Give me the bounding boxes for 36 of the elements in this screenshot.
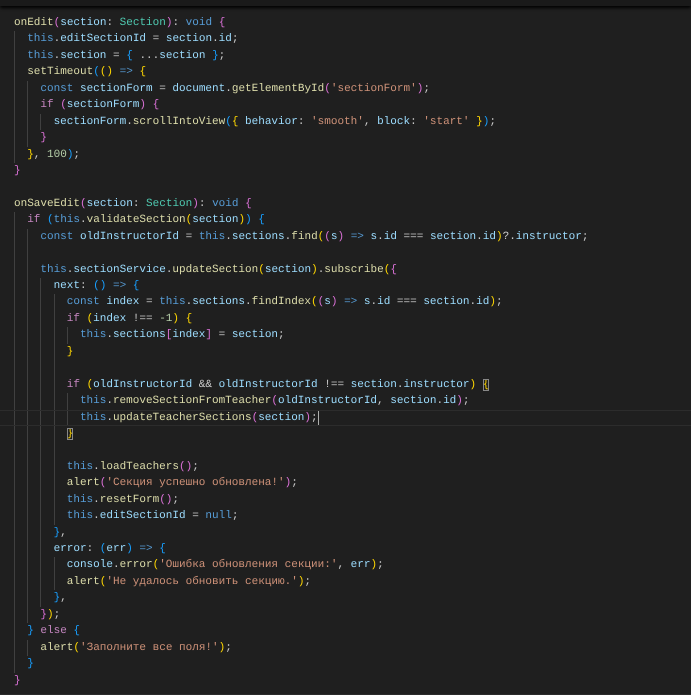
code-line: }, [54, 591, 67, 606]
code-line: this.sections[index] = section; [80, 328, 285, 344]
code-line: onEdit(section: Section): void { [14, 16, 226, 31]
code-line: this.updateTeacherSections(section); [80, 410, 318, 426]
code-line: alert('Заполните все поля!'); [40, 640, 232, 656]
code-line: }, [54, 526, 67, 541]
code-line: this.loadTeachers(); [66, 460, 199, 475]
code-line: alert('Секция успешно обновлена!'); [66, 476, 298, 492]
code-line: next: () => { [54, 279, 140, 294]
code-line: console.error('Ошибка обновления секции:', err); [66, 558, 384, 574]
code-line: this.sectionService.updateSection(section).subscribe({ [40, 262, 397, 278]
code-line: if (index !== -1) { [66, 312, 192, 327]
code-line: alert('Не удалось обновить секцию.'); [66, 574, 312, 590]
code-line: } [66, 344, 74, 360]
code-line: setTimeout(() => { [27, 65, 146, 80]
code-line: this.editSectionId = section.id; [27, 32, 238, 48]
text-cursor [318, 410, 319, 425]
code-line: error: (err) => { [54, 542, 166, 557]
code-line: onSaveEdit(section: Section): void { [14, 196, 252, 212]
code-line: sectionForm.scrollIntoView({ behavior: 'smooth', block: 'start' }); [54, 114, 496, 130]
code-line: } else { [27, 624, 80, 640]
code-line: } [40, 131, 47, 146]
code-line: const index = this.sections.findIndex((s) => s.id === section.id); [66, 295, 503, 310]
code-line: this.section = { ...section }; [27, 48, 226, 64]
code-line: }); [40, 608, 60, 623]
code-line: } [14, 164, 21, 179]
code-line: }, 100); [27, 148, 80, 162]
code-line: } [27, 657, 34, 672]
code-line: if (sectionForm) { [40, 98, 160, 114]
code-line: } [14, 674, 21, 688]
code-line: this.removeSectionFromTeacher(oldInstructorId, section.id); [80, 394, 470, 410]
code-line: if (this.validateSection(section)) { [27, 213, 265, 228]
code-line: this.resetForm(); [66, 492, 180, 508]
code-line: const sectionForm = document.getElementById('sectionForm'); [40, 82, 430, 97]
code-line: const oldInstructorId = this.sections.find((s) => s.id === section.id)?.instructor; [40, 230, 588, 245]
code-line: this.editSectionId = null; [66, 509, 238, 524]
